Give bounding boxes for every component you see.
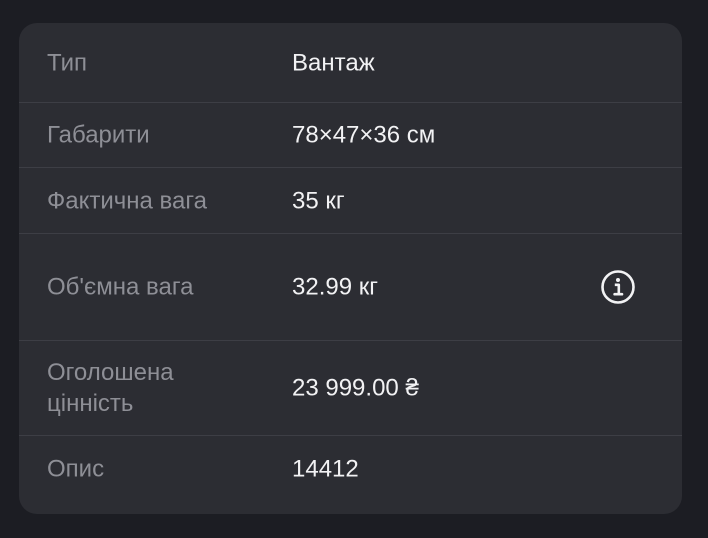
detail-row-volumetric-weight: Об'ємна вага 32.99 кг — [19, 234, 682, 341]
detail-row-description: Опис 14412 — [19, 436, 682, 502]
detail-row-declared-value: Оголошена цінність 23 999.00 ₴ — [19, 341, 682, 436]
detail-value: 78×47×36 см — [292, 121, 436, 149]
detail-label: Фактична вага — [47, 187, 207, 214]
detail-row-actual-weight: Фактична вага 35 кг — [19, 168, 682, 234]
detail-value: 35 кг — [292, 187, 345, 214]
shipment-details-card: Тип Вантаж Габарити 78×47×36 см Фактична… — [19, 23, 682, 514]
detail-value: 14412 — [292, 455, 359, 483]
detail-label: Оголошена цінність — [47, 359, 174, 417]
detail-label: Опис — [47, 455, 105, 483]
detail-value: Вантаж — [292, 49, 375, 76]
detail-label: Тип — [47, 49, 88, 76]
detail-label: Габарити — [47, 121, 150, 149]
detail-row-dimensions: Габарити 78×47×36 см — [19, 103, 682, 168]
detail-value: 23 999.00 ₴ — [292, 374, 419, 402]
detail-label: Об'ємна вага — [47, 273, 194, 301]
info-icon[interactable] — [600, 269, 636, 305]
detail-value: 32.99 кг — [292, 273, 378, 301]
detail-row-type: Тип Вантаж — [19, 23, 682, 103]
